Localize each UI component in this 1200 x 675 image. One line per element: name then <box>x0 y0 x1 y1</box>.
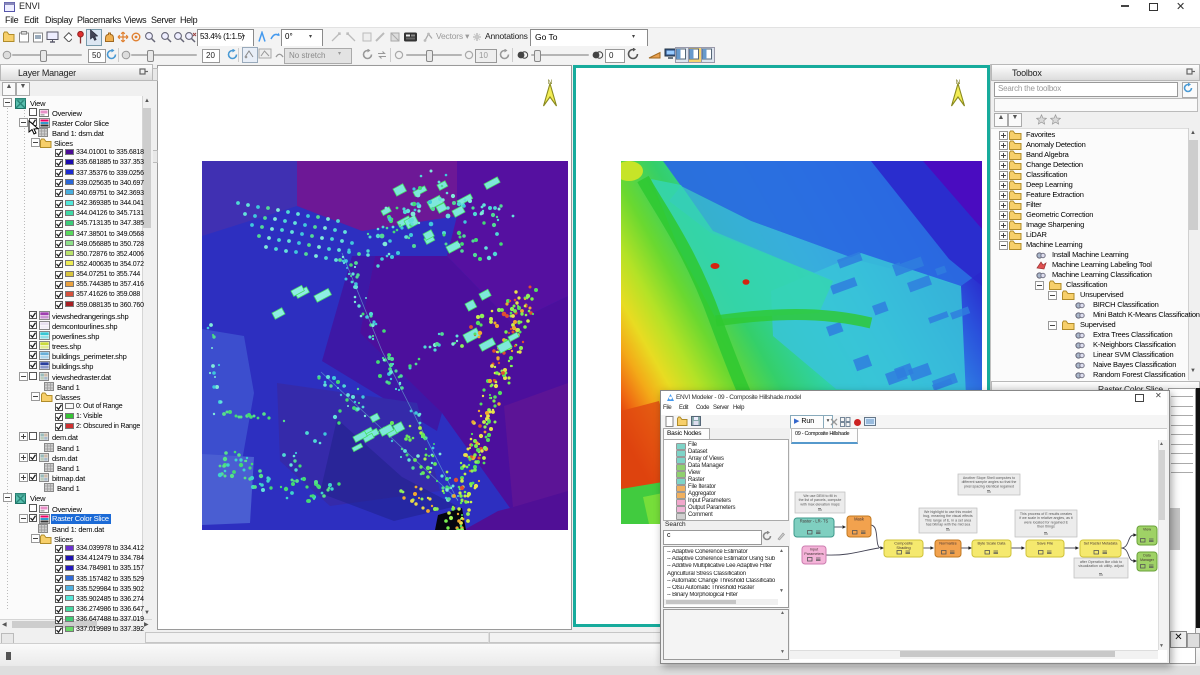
svg-text:has bitmap with the mid sea: has bitmap with the mid sea <box>926 523 971 527</box>
svg-text:Manager: Manager <box>1140 558 1155 562</box>
svg-text:Normalize: Normalize <box>939 541 957 546</box>
svg-text:N: N <box>956 79 961 86</box>
svg-text:N: N <box>548 79 553 86</box>
svg-text:Mask: Mask <box>854 517 865 522</box>
svg-text:Data: Data <box>1143 554 1150 558</box>
svg-text:then things: then things <box>1037 525 1055 529</box>
svg-text:Input: Input <box>810 548 819 552</box>
svg-text:Shading: Shading <box>896 545 910 550</box>
svg-text:View: View <box>1143 528 1151 532</box>
svg-text:Raster - LR- TS: Raster - LR- TS <box>800 519 829 524</box>
svg-text:Byte Scale Data: Byte Scale Data <box>978 541 1007 546</box>
svg-text:visualization ok utility- adju: visualization ok utility- adjust <box>1078 564 1123 568</box>
svg-text:Set Raster Metadata: Set Raster Metadata <box>1084 542 1119 546</box>
svg-text:with max elevation maps: with max elevation maps <box>800 502 840 506</box>
svg-text:Parameters: Parameters <box>804 552 824 556</box>
svg-text:pixel spacing identical regain: pixel spacing identical regained <box>964 484 1014 488</box>
svg-text:Save File: Save File <box>1037 541 1053 546</box>
